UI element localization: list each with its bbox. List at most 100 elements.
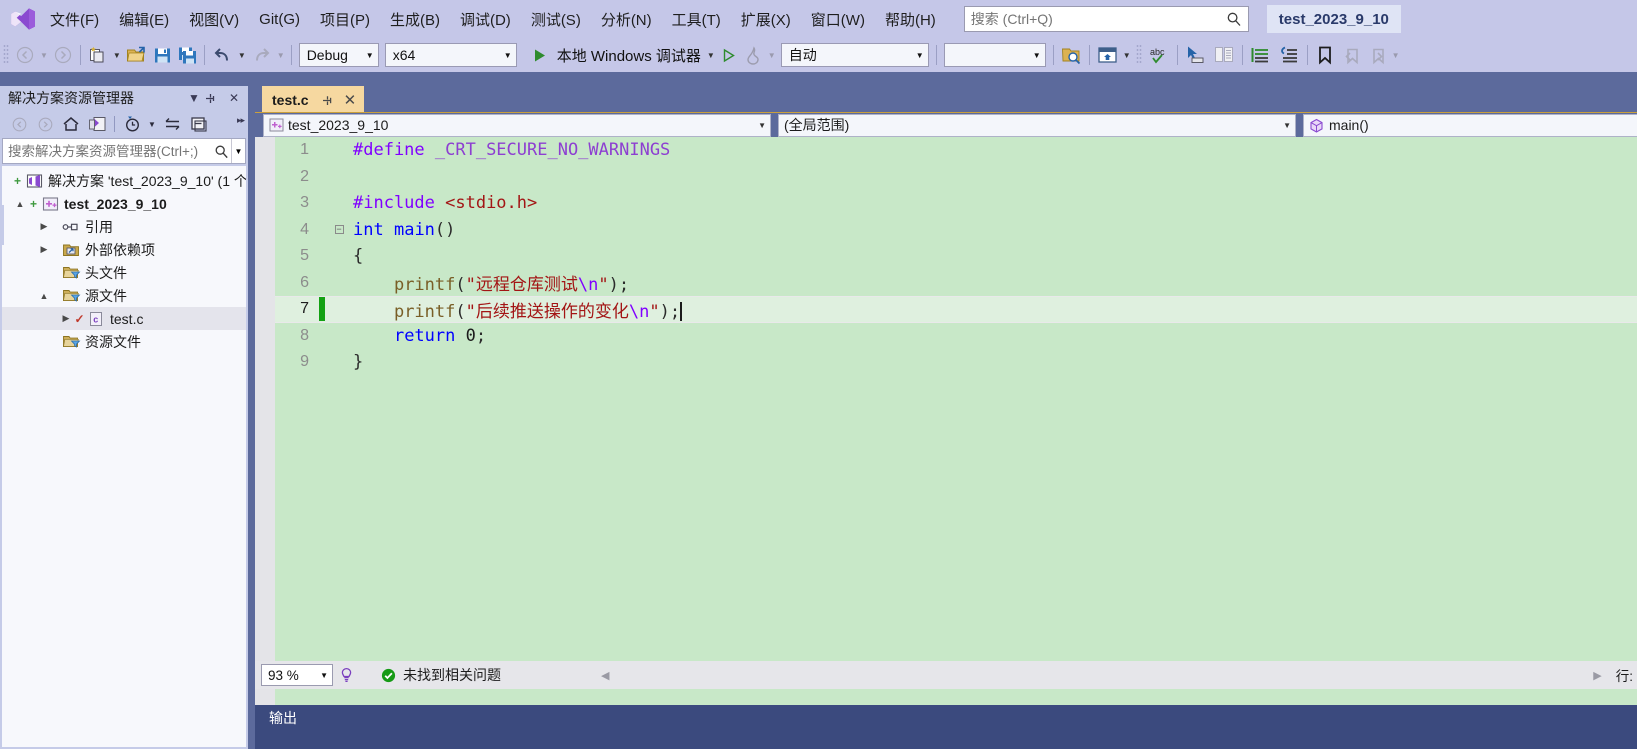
status-badge[interactable]: 未找到相关问题: [381, 665, 501, 685]
back-icon[interactable]: [6, 112, 32, 136]
new-project-icon[interactable]: [85, 40, 111, 70]
pointer-select-icon[interactable]: [1182, 40, 1210, 70]
compare-files-icon[interactable]: [1210, 40, 1238, 70]
code-line-current[interactable]: 7 printf("后续推送操作的变化\n");: [275, 296, 1637, 323]
next-bookmark-icon[interactable]: [1364, 40, 1390, 70]
redo-icon[interactable]: [248, 40, 275, 70]
navigate-forward-icon[interactable]: [50, 40, 76, 70]
navigate-back-icon[interactable]: [12, 40, 38, 70]
tree-item-header-files[interactable]: 头文件: [2, 261, 246, 284]
code-line[interactable]: 2: [275, 164, 1637, 191]
menu-debug[interactable]: 调试(D): [450, 0, 521, 38]
close-icon[interactable]: ✕: [344, 91, 357, 109]
menu-project[interactable]: 项目(P): [310, 0, 380, 38]
comment-lines-icon[interactable]: [1247, 40, 1275, 70]
solution-explorer-splitter[interactable]: [248, 86, 255, 749]
code-line[interactable]: 1 #define _CRT_SECURE_NO_WARNINGS: [275, 137, 1637, 164]
play-icon[interactable]: [528, 40, 552, 70]
hot-reload-icon[interactable]: [741, 40, 766, 70]
code-surface[interactable]: 1 #define _CRT_SECURE_NO_WARNINGS 2 3 #i…: [255, 137, 1637, 749]
tree-expander[interactable]: ▲: [36, 291, 52, 301]
code-line[interactable]: 9 }: [275, 349, 1637, 376]
scroll-left-arrow-icon[interactable]: ◀: [601, 669, 609, 682]
search-input[interactable]: [3, 143, 211, 159]
navbar-member-combo[interactable]: main(): [1303, 113, 1637, 137]
tree-expander[interactable]: ▶: [58, 313, 74, 324]
window-layout-caret-icon[interactable]: ▼: [1121, 51, 1133, 60]
menu-test[interactable]: 测试(S): [521, 0, 591, 38]
start-debug-caret-icon[interactable]: ▼: [705, 51, 717, 60]
tree-expander[interactable]: ▶: [36, 221, 52, 232]
pin-icon[interactable]: [321, 94, 334, 107]
tree-item-references[interactable]: ▶ 引用: [2, 215, 246, 238]
code-line[interactable]: 8 return 0;: [275, 323, 1637, 350]
back-history-caret-icon[interactable]: ▼: [38, 51, 50, 60]
code-line[interactable]: 6 printf("远程仓库测试\n");: [275, 270, 1637, 297]
tree-item-external-dependencies[interactable]: ▶ 外部依赖项: [2, 238, 246, 261]
solution-platform-combo[interactable]: x64 ▼: [384, 43, 517, 67]
previous-bookmark-icon[interactable]: [1338, 40, 1364, 70]
undo-caret-icon[interactable]: ▼: [236, 51, 248, 60]
menu-extensions[interactable]: 扩展(X): [731, 0, 801, 38]
bookmark-icon[interactable]: [1312, 40, 1338, 70]
start-debug-label[interactable]: 本地 Windows 调试器: [552, 45, 705, 66]
forward-icon[interactable]: [32, 112, 58, 136]
tree-expander[interactable]: ▲: [12, 199, 28, 209]
tree-item-test-c[interactable]: ▶ ✓ c test.c: [2, 307, 246, 330]
toolbar-overflow-icon[interactable]: ▸▸: [237, 115, 245, 126]
indicator-margin[interactable]: [255, 137, 275, 724]
output-pane-header[interactable]: 输出: [255, 705, 1637, 731]
menu-window[interactable]: 窗口(W): [801, 0, 875, 38]
document-tab-test-c[interactable]: test.c ✕: [262, 86, 365, 112]
close-icon[interactable]: ✕: [224, 91, 244, 105]
collapse-all-icon[interactable]: [185, 112, 211, 136]
menu-help[interactable]: 帮助(H): [875, 0, 946, 38]
solution-name-badge[interactable]: test_2023_9_10: [1266, 5, 1401, 33]
open-folder-icon[interactable]: [123, 40, 150, 70]
uncomment-lines-icon[interactable]: [1275, 40, 1303, 70]
folder-search-icon[interactable]: [1058, 40, 1085, 70]
switch-views-icon[interactable]: [84, 112, 110, 136]
menu-edit[interactable]: 编辑(E): [109, 0, 179, 38]
save-all-icon[interactable]: [175, 40, 200, 70]
process-combo[interactable]: ▼: [943, 43, 1046, 67]
redo-caret-icon[interactable]: ▼: [275, 51, 287, 60]
menu-view[interactable]: 视图(V): [179, 0, 249, 38]
panel-auto-hide-strip[interactable]: [0, 205, 4, 245]
pending-changes-clock-icon[interactable]: [119, 112, 145, 136]
toolbar-overflow-icon[interactable]: ▼: [1390, 51, 1402, 60]
spell-check-abc-icon[interactable]: abc: [1145, 40, 1173, 70]
chevron-down-icon[interactable]: ▼: [231, 139, 245, 163]
scroll-right-arrow-icon[interactable]: ▶: [1579, 669, 1615, 682]
window-layout-icon[interactable]: [1094, 40, 1121, 70]
solution-explorer-search[interactable]: ▼: [2, 138, 246, 164]
menu-tools[interactable]: 工具(T): [662, 0, 731, 38]
chevron-down-icon[interactable]: ▼: [145, 112, 159, 136]
code-text-area[interactable]: 1 #define _CRT_SECURE_NO_WARNINGS 2 3 #i…: [275, 137, 1637, 724]
zoom-level-combo[interactable]: 93 % ▼: [261, 664, 333, 686]
navbar-project-combo[interactable]: test_2023_9_10 ▼: [263, 113, 771, 137]
code-line[interactable]: 3 #include <stdio.h>: [275, 190, 1637, 217]
menu-file[interactable]: 文件(F): [40, 0, 109, 38]
search-icon[interactable]: [211, 144, 231, 159]
tree-expander[interactable]: ▶: [36, 244, 52, 255]
pin-icon[interactable]: [204, 92, 224, 105]
fold-collapse-glyph[interactable]: −: [331, 225, 347, 235]
tree-item-project[interactable]: ▲ + test_2023_9_10: [2, 192, 246, 215]
tree-item-solution[interactable]: + 解决方案 'test_2023_9_10' (1 个项目，共 1 个): [2, 169, 246, 192]
hot-reload-caret-icon[interactable]: ▼: [766, 51, 778, 60]
navbar-scope-combo[interactable]: (全局范围) ▼: [778, 113, 1296, 137]
toolbar-grip[interactable]: [1133, 38, 1145, 72]
home-icon[interactable]: [58, 112, 84, 136]
menu-git[interactable]: Git(G): [249, 0, 310, 38]
tree-item-resource-files[interactable]: 资源文件: [2, 330, 246, 353]
menu-build[interactable]: 生成(B): [380, 0, 450, 38]
code-line[interactable]: 5 {: [275, 243, 1637, 270]
quick-launch-search[interactable]: [963, 6, 1249, 32]
toolbar-grip[interactable]: [0, 38, 12, 72]
sync-with-active-document-icon[interactable]: [159, 112, 185, 136]
tree-item-source-files[interactable]: ▲ 源文件: [2, 284, 246, 307]
chevron-down-icon[interactable]: ▼: [184, 91, 204, 105]
menu-analyze[interactable]: 分析(N): [591, 0, 662, 38]
new-project-caret-icon[interactable]: ▼: [111, 51, 123, 60]
